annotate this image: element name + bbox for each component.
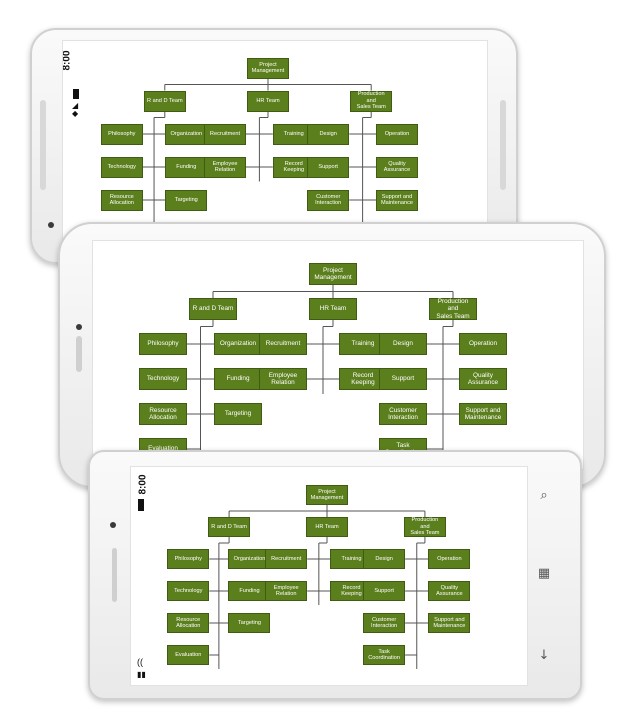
org-node-technology[interactable]: Technology [100, 156, 143, 178]
org-node-operation[interactable]: Operation [376, 123, 418, 145]
org-node-task[interactable]: Task Coordination [363, 645, 406, 665]
org-node-hr[interactable]: HR Team [306, 517, 348, 537]
org-node-support[interactable]: Support [307, 156, 350, 178]
org-node-recruitment[interactable]: Recruitment [259, 333, 307, 355]
org-chart-1: Project Management R and D Team HR Team Pro… [63, 41, 487, 251]
camera-dot [76, 324, 82, 330]
org-node-rd[interactable]: R and D Team [189, 298, 237, 320]
org-node-customer[interactable]: Customer Interaction [379, 403, 427, 425]
org-node-rd[interactable]: R and D Team [143, 90, 186, 112]
side-slot [112, 548, 117, 602]
camera-dot [48, 222, 54, 228]
org-node-design[interactable]: Design [363, 549, 406, 569]
org-chart-2: Project Management R and D Team HR Team Pro… [93, 241, 583, 469]
org-node-employee[interactable]: Employee Relation [265, 581, 308, 601]
device-iphone-middle: (( ▮▮ 8:00 Project ManagementR and D Tea… [58, 222, 606, 488]
org-node-design[interactable]: Design [307, 123, 350, 145]
org-node-customer[interactable]: Customer Interaction [363, 613, 406, 633]
org-node-design[interactable]: Design [379, 333, 427, 355]
camera-dot [110, 522, 116, 528]
device-windows-bottom: 8:00 (( ▮▮ Project Management R and D Tea… [88, 450, 582, 700]
org-node-operation[interactable]: Operation [428, 549, 471, 569]
org-node-support[interactable]: Support [379, 368, 427, 390]
org-node-quality[interactable]: Quality Assurance [428, 581, 471, 601]
org-node-customer[interactable]: Customer Interaction [307, 189, 350, 211]
org-node-quality[interactable]: Quality Assurance [376, 156, 418, 178]
org-node-evaluation[interactable]: Evaluation [167, 645, 210, 665]
back-arrow-icon[interactable]: ↓ [534, 648, 554, 663]
org-node-technology[interactable]: Technology [167, 581, 210, 601]
org-node-targeting[interactable]: Targeting [165, 189, 208, 211]
org-node-employee[interactable]: Employee Relation [259, 368, 307, 390]
org-node-hr[interactable]: HR Team [247, 90, 289, 112]
screen-1: 8:00 ◢ ◆ Project Management R and D Team H… [62, 40, 488, 252]
org-node-hr[interactable]: HR Team [309, 298, 357, 320]
org-node-operation[interactable]: Operation [459, 333, 507, 355]
org-node-targeting[interactable]: Targeting [214, 403, 262, 425]
org-node-organization[interactable]: Organization [214, 333, 262, 355]
org-node-funding[interactable]: Funding [165, 156, 208, 178]
screen-2: (( ▮▮ 8:00 Project ManagementR and D Tea… [92, 240, 584, 470]
org-node-root[interactable]: Project Management [309, 263, 357, 285]
windows-logo-icon[interactable]: ▦ [534, 566, 554, 581]
org-node-philosophy[interactable]: Philosophy [100, 123, 143, 145]
org-node-ps[interactable]: Production and Sales Team [403, 517, 446, 537]
org-node-philosophy[interactable]: Philosophy [167, 549, 210, 569]
org-node-root[interactable]: Project Management [306, 485, 348, 505]
org-node-rd[interactable]: R and D Team [208, 517, 251, 537]
org-node-ps[interactable]: Production and Sales Team [429, 298, 477, 320]
org-node-recruitment[interactable]: Recruitment [265, 549, 308, 569]
org-node-resource[interactable]: Resource Allocation [139, 403, 187, 425]
org-node-organization[interactable]: Organization [165, 123, 208, 145]
org-node-philosophy[interactable]: Philosophy [139, 333, 187, 355]
org-node-resource[interactable]: Resource Allocation [100, 189, 143, 211]
org-node-root[interactable]: Project Management [247, 57, 289, 79]
org-node-resource[interactable]: Resource Allocation [167, 613, 210, 633]
side-slot-right [500, 100, 506, 190]
home-slot [76, 336, 82, 372]
org-node-funding[interactable]: Funding [214, 368, 262, 390]
org-node-supportmaint[interactable]: Support and Maintenance [428, 613, 471, 633]
org-node-quality[interactable]: Quality Assurance [459, 368, 507, 390]
org-node-targeting[interactable]: Targeting [228, 613, 271, 633]
org-node-supportmaint[interactable]: Support and Maintenance [459, 403, 507, 425]
org-node-employee[interactable]: Employee Relation [204, 156, 246, 178]
org-node-ps[interactable]: Production and Sales Team [350, 90, 393, 112]
org-chart-3: Project Management R and D Team HR Team Pro… [131, 467, 527, 685]
org-node-supportmaint[interactable]: Support and Maintenance [376, 189, 418, 211]
org-node-funding[interactable]: Funding [228, 581, 271, 601]
org-node-support[interactable]: Support [363, 581, 406, 601]
side-slot-left [40, 100, 46, 190]
org-node-organization[interactable]: Organization [228, 549, 271, 569]
search-icon[interactable]: ⌕ [534, 488, 554, 503]
screen-3: 8:00 (( ▮▮ Project Management R and D Tea… [130, 466, 528, 686]
org-node-technology[interactable]: Technology [139, 368, 187, 390]
org-node-recruitment[interactable]: Recruitment [204, 123, 246, 145]
